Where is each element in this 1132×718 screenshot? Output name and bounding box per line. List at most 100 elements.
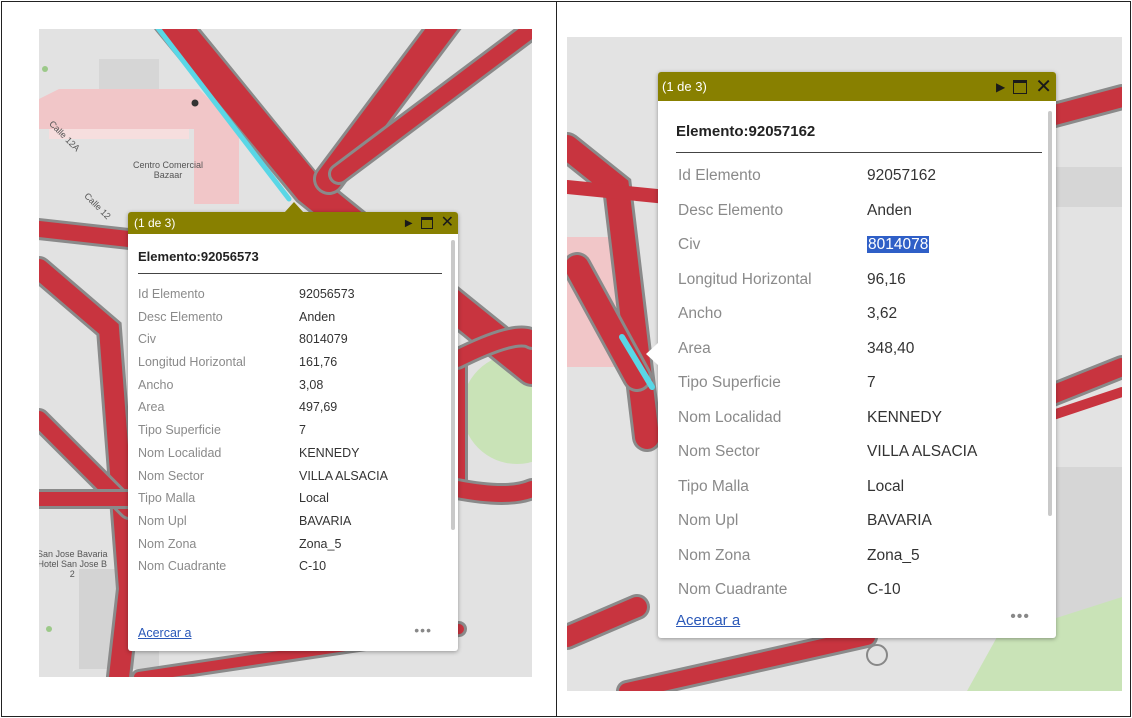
attr-key: Tipo Malla	[678, 477, 749, 495]
popup-header: (1 de 3) ▶ ✕	[658, 72, 1056, 101]
popup-controls: ▶ ✕	[405, 212, 454, 234]
attr-key: Tipo Malla	[138, 491, 196, 506]
map-label-poi-line2: Hotel San Jose B	[39, 559, 108, 569]
attr-value: Local	[299, 491, 329, 506]
table-row: Tipo Malla Local	[138, 491, 388, 514]
table-row: Nom Upl BAVARIA	[138, 514, 388, 537]
table-row: Tipo Malla Local	[678, 478, 977, 513]
attr-key: Desc Elemento	[678, 201, 784, 219]
attr-key: Id Elemento	[138, 287, 205, 301]
selected-text: 8014078	[867, 236, 930, 253]
attr-value: Local	[867, 477, 905, 495]
play-icon[interactable]: ▶	[996, 80, 1005, 94]
attr-value: KENNEDY	[867, 408, 942, 426]
maximize-icon[interactable]	[1013, 79, 1028, 94]
attr-key: Nom Upl	[678, 512, 739, 529]
attr-key: Nom Localidad	[138, 445, 222, 460]
table-row: Nom Localidad KENNEDY	[678, 409, 977, 444]
close-icon[interactable]: ✕	[1035, 77, 1052, 97]
table-row: Area 348,40	[678, 340, 977, 375]
attr-key: Nom Sector	[138, 468, 204, 483]
zoom-to-link[interactable]: Acercar a	[138, 626, 192, 640]
table-row: Longitud Horizontal 96,16	[678, 271, 977, 306]
attr-key: Ancho	[138, 377, 174, 392]
attr-value: Anden	[299, 309, 336, 324]
attr-value: BAVARIA	[299, 513, 352, 528]
table-row: Ancho 3,62	[678, 305, 977, 340]
attr-key: Area	[138, 400, 165, 415]
table-row: Id Elemento 92056573	[138, 287, 388, 310]
popup-pointer	[646, 343, 658, 365]
attr-value: Anden	[867, 201, 912, 219]
attribute-table: Id Elemento 92056573 Desc Elemento Anden C…	[138, 287, 388, 582]
play-icon[interactable]: ▶	[405, 218, 413, 229]
attr-key: Nom Zona	[678, 546, 751, 564]
attr-key: Id Elemento	[678, 167, 761, 184]
table-row: Id Elemento 92057162	[678, 167, 977, 202]
attr-key: Ancho	[678, 305, 722, 322]
attr-key: Nom Upl	[138, 513, 187, 528]
table-row: Nom Zona Zona_5	[678, 547, 977, 582]
popup-count: (1 de 3)	[134, 216, 176, 230]
attr-value: 92056573	[299, 287, 355, 301]
table-row: Tipo Superficie 7	[138, 423, 388, 446]
table-row: Nom Sector VILLA ALSACIA	[678, 443, 977, 478]
attr-key: Nom Localidad	[678, 408, 782, 426]
popup-pointer	[284, 202, 304, 213]
attr-key: Civ	[678, 236, 701, 253]
popup-title: Elemento:92057162	[676, 123, 816, 140]
map-label-mall-line1: Centro Comercial	[133, 160, 204, 170]
attr-key: Area	[678, 339, 711, 357]
attr-value: VILLA ALSACIA	[867, 443, 978, 460]
attr-key: Longitud Horizontal	[678, 270, 812, 288]
attr-value: 7	[299, 423, 306, 438]
attr-key: Longitud Horizontal	[138, 355, 246, 370]
table-row: Ancho 3,08	[138, 378, 388, 401]
attr-key: Nom Cuadrante	[678, 581, 788, 598]
table-row: Desc Elemento Anden	[678, 202, 977, 237]
popup-count: (1 de 3)	[662, 79, 707, 94]
popup-controls: ▶ ✕	[996, 72, 1052, 101]
table-row: Civ 8014078	[678, 236, 977, 271]
feature-popup-left: (1 de 3) ▶ ✕ Elemento:92056573 Id Elemen…	[128, 212, 458, 651]
attr-value: 92057162	[867, 167, 936, 184]
attr-key: Nom Cuadrante	[138, 559, 227, 574]
close-icon[interactable]: ✕	[441, 215, 454, 231]
table-row: Area 497,69	[138, 400, 388, 423]
table-row: Nom Upl BAVARIA	[678, 512, 977, 547]
table-row: Civ 8014079	[138, 332, 388, 355]
attr-key: Civ	[138, 332, 157, 347]
attr-value: 3,62	[867, 305, 898, 322]
attribute-table: Id Elemento 92057162 Desc Elemento Anden C…	[678, 167, 977, 616]
attr-value: 497,69	[299, 400, 338, 415]
map-label-poi-line1: San Jose Bavaria	[39, 549, 108, 559]
panel-divider	[556, 1, 557, 717]
map-label-mall-line2: Bazaar	[153, 170, 183, 180]
more-options-icon[interactable]: •••	[414, 622, 432, 638]
attr-value: Zona_5	[299, 536, 342, 551]
map-label-mall: Centro Comercial Bazaar	[133, 160, 203, 180]
zoom-to-link[interactable]: Acercar a	[676, 612, 740, 629]
popup-scrollbar[interactable]	[1048, 111, 1052, 516]
attr-key: Tipo Superficie	[138, 423, 221, 438]
popup-header: (1 de 3) ▶ ✕	[128, 212, 458, 234]
attr-value: KENNEDY	[299, 445, 360, 460]
attr-value: Zona_5	[867, 546, 920, 564]
more-options-icon[interactable]: •••	[1010, 608, 1030, 626]
popup-scrollbar[interactable]	[451, 240, 455, 530]
table-row: Longitud Horizontal 161,76	[138, 355, 388, 378]
table-row: Desc Elemento Anden	[138, 310, 388, 333]
table-row: Nom Cuadrante C-10	[678, 581, 977, 616]
popup-divider	[138, 273, 442, 274]
table-row: Nom Cuadrante C-10	[138, 559, 388, 582]
attr-value: 7	[867, 374, 876, 391]
attr-key: Nom Zona	[138, 536, 197, 551]
map-label-poi: San Jose Bavaria Hotel San Jose B 2	[39, 549, 108, 579]
feature-popup-right: (1 de 3) ▶ ✕ Elemento:92057162 Id Elemen…	[658, 72, 1056, 638]
maximize-icon[interactable]	[420, 217, 433, 229]
attr-value: 96,16	[867, 270, 906, 288]
popup-divider	[676, 152, 1042, 153]
attr-value: 348,40	[867, 339, 915, 357]
attr-value: BAVARIA	[867, 512, 932, 529]
attr-value: C-10	[299, 559, 327, 574]
